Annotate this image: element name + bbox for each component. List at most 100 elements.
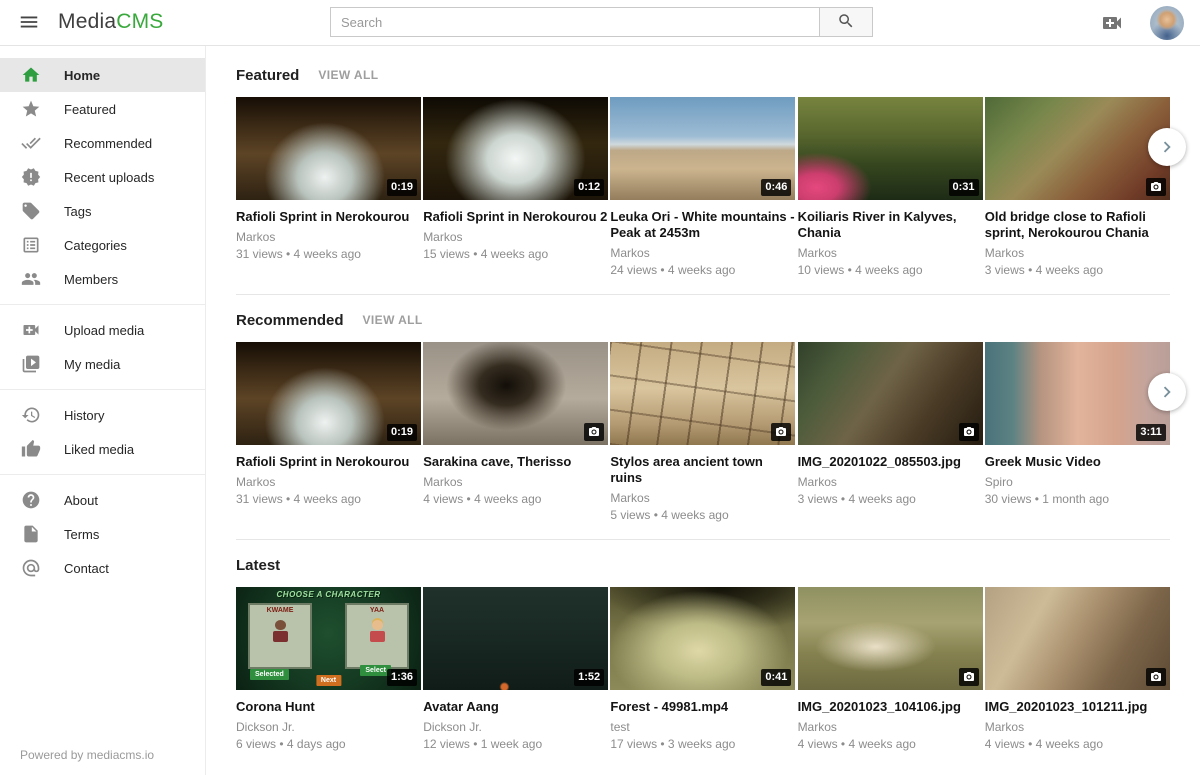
media-card[interactable]: 0:31 Koiliaris River in Kalyves, Chania Ma… (798, 97, 983, 277)
media-card[interactable]: Sarakina cave, TherissoMarkos4 views • 4… (423, 342, 608, 522)
sidebar-item-categories[interactable]: Categories (0, 228, 205, 262)
sidebar: HomeFeaturedRecommendedRecent uploadsTag… (0, 46, 206, 775)
media-title[interactable]: Leuka Ori - White mountains - Peak at 24… (610, 209, 795, 241)
media-thumbnail[interactable] (798, 587, 983, 690)
media-title[interactable]: Sarakina cave, Therisso (423, 454, 608, 470)
game-right-panel: YAA (345, 603, 409, 669)
media-author[interactable]: Markos (236, 230, 421, 244)
media-card[interactable]: Stylos area ancient town ruinsMarkos5 vi… (610, 342, 795, 522)
media-meta: 30 views • 1 month ago (985, 492, 1170, 506)
thumb-up-icon (21, 439, 41, 459)
carousel-next-button[interactable] (1148, 128, 1186, 166)
media-title[interactable]: Corona Hunt (236, 699, 421, 715)
media-thumbnail[interactable] (610, 342, 795, 445)
sidebar-item-recent-uploads[interactable]: Recent uploads (0, 160, 205, 194)
categories-icon (21, 235, 41, 255)
media-author[interactable]: Markos (236, 475, 421, 489)
sidebar-item-members[interactable]: Members (0, 262, 205, 296)
duration-badge: 0:31 (949, 179, 979, 196)
media-thumbnail[interactable]: 0:31 (798, 97, 983, 200)
media-author[interactable]: Dickson Jr. (236, 720, 421, 734)
media-author[interactable]: Markos (423, 230, 608, 244)
sidebar-item-upload-media[interactable]: Upload media (0, 313, 205, 347)
search-input[interactable] (330, 7, 820, 37)
search-button[interactable] (819, 7, 873, 37)
media-thumbnail[interactable] (798, 342, 983, 445)
media-card[interactable]: IMG_20201023_104106.jpgMarkos4 views • 4… (798, 587, 983, 751)
media-card[interactable]: 0:46 Leuka Ori - White mountains - Peak a… (610, 97, 795, 277)
media-thumbnail[interactable] (985, 97, 1170, 200)
duration-badge: 0:41 (761, 669, 791, 686)
menu-icon[interactable] (18, 11, 40, 33)
media-thumbnail[interactable]: 0:46 (610, 97, 795, 200)
media-author[interactable]: Markos (798, 475, 983, 489)
media-title[interactable]: Rafioli Sprint in Nerokourou 2 (423, 209, 608, 225)
media-card[interactable]: 0:12 Rafioli Sprint in Nerokourou 2 Markos… (423, 97, 608, 277)
media-card[interactable]: Old bridge close to Rafioli sprint, Nero… (985, 97, 1170, 277)
media-thumbnail[interactable]: 0:19 (236, 97, 421, 200)
media-card[interactable]: 1:52Avatar AangDickson Jr.12 views • 1 w… (423, 587, 608, 751)
view-all-link[interactable]: VIEW ALL (318, 68, 378, 82)
media-thumbnail[interactable]: 1:52 (423, 587, 608, 690)
media-thumbnail[interactable]: 3:11 (985, 342, 1170, 445)
sidebar-item-my-media[interactable]: My media (0, 347, 205, 381)
media-title[interactable]: Forest - 49981.mp4 (610, 699, 795, 715)
media-title[interactable]: Rafioli Sprint in Nerokourou (236, 454, 421, 470)
media-author[interactable]: Markos (985, 720, 1170, 734)
media-card[interactable]: IMG_20201023_101211.jpgMarkos4 views • 4… (985, 587, 1170, 751)
media-title[interactable]: Old bridge close to Rafioli sprint, Nero… (985, 209, 1170, 241)
media-title[interactable]: Greek Music Video (985, 454, 1170, 470)
media-card[interactable]: IMG_20201022_085503.jpgMarkos3 views • 4… (798, 342, 983, 522)
sidebar-item-liked-media[interactable]: Liked media (0, 432, 205, 466)
media-title[interactable]: IMG_20201023_104106.jpg (798, 699, 983, 715)
media-meta: 17 views • 3 weeks ago (610, 737, 795, 751)
media-author[interactable]: test (610, 720, 795, 734)
sidebar-item-history[interactable]: History (0, 398, 205, 432)
done-all-icon (21, 133, 41, 153)
media-thumbnail[interactable]: 0:12 (423, 97, 608, 200)
sidebar-item-terms[interactable]: Terms (0, 517, 205, 551)
media-title[interactable]: Avatar Aang (423, 699, 608, 715)
media-author[interactable]: Markos (985, 246, 1170, 260)
media-author[interactable]: Markos (610, 491, 795, 505)
media-title[interactable]: IMG_20201022_085503.jpg (798, 454, 983, 470)
section-title: Latest (236, 557, 280, 574)
media-card[interactable]: CHOOSE A CHARACTERKWAMEYAASelectedNextSe… (236, 587, 421, 751)
user-avatar[interactable] (1150, 6, 1184, 40)
sidebar-item-recommended[interactable]: Recommended (0, 126, 205, 160)
media-title[interactable]: Stylos area ancient town ruins (610, 454, 795, 486)
media-card[interactable]: 0:41 Forest - 49981.mp4 test 17 views • 3 w… (610, 587, 795, 751)
sidebar-item-contact[interactable]: Contact (0, 551, 205, 585)
media-author[interactable]: Spiro (985, 475, 1170, 489)
carousel-next-button[interactable] (1148, 373, 1186, 411)
sidebar-item-home[interactable]: Home (0, 58, 205, 92)
view-all-link[interactable]: VIEW ALL (363, 313, 423, 327)
upload-video-icon[interactable] (1100, 11, 1124, 35)
media-author[interactable]: Dickson Jr. (423, 720, 608, 734)
media-card[interactable]: 0:19Rafioli Sprint in NerokourouMarkos31… (236, 97, 421, 277)
media-thumbnail[interactable]: 0:41 (610, 587, 795, 690)
section-header: FeaturedVIEW ALL (236, 66, 1170, 84)
sidebar-item-label: About (64, 493, 98, 508)
media-title[interactable]: IMG_20201023_101211.jpg (985, 699, 1170, 715)
media-thumbnail[interactable]: CHOOSE A CHARACTERKWAMEYAASelectedNextSe… (236, 587, 421, 690)
media-author[interactable]: Markos (798, 720, 983, 734)
media-meta: 10 views • 4 weeks ago (798, 263, 983, 277)
sidebar-item-featured[interactable]: Featured (0, 92, 205, 126)
media-author[interactable]: Markos (798, 246, 983, 260)
media-card[interactable]: 0:19Rafioli Sprint in NerokourouMarkos31… (236, 342, 421, 522)
sidebar-item-label: Liked media (64, 442, 134, 457)
media-thumbnail[interactable] (423, 342, 608, 445)
media-title[interactable]: Koiliaris River in Kalyves, Chania (798, 209, 983, 241)
search-icon (837, 12, 855, 33)
sidebar-item-tags[interactable]: Tags (0, 194, 205, 228)
app-logo[interactable]: MediaCMS (58, 10, 163, 34)
media-thumbnail[interactable] (985, 587, 1170, 690)
media-author[interactable]: Markos (610, 246, 795, 260)
sidebar-item-about[interactable]: About (0, 483, 205, 517)
media-title[interactable]: Rafioli Sprint in Nerokourou (236, 209, 421, 225)
media-author[interactable]: Markos (423, 475, 608, 489)
media-card[interactable]: 3:11 Greek Music Video Spiro 30 views • 1 m… (985, 342, 1170, 522)
sidebar-item-label: My media (64, 357, 120, 372)
media-thumbnail[interactable]: 0:19 (236, 342, 421, 445)
